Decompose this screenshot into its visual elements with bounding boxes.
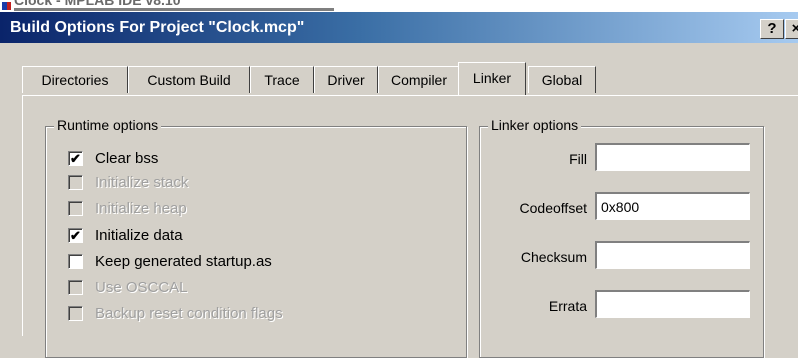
initialize-stack-checkbox[interactable] [68,174,83,190]
initialize-heap-label: Initialize heap [95,199,187,217]
fill-input[interactable] [595,143,750,171]
close-button[interactable]: × [785,19,798,39]
tab-compiler[interactable]: Compiler [378,66,460,93]
runtime-options-legend: Runtime options [54,117,162,133]
linker-options-legend: Linker options [488,117,582,133]
initialize-data-label: Initialize data [95,226,183,244]
use-osccal-checkbox[interactable] [68,279,83,295]
tab-driver[interactable]: Driver [314,66,378,93]
initialize-heap-option[interactable]: Initialize heap [68,197,187,219]
initialize-stack-option[interactable]: Initialize stack [68,171,188,193]
checksum-label: Checksum [520,249,587,265]
backup-reset-flags-checkbox[interactable] [68,305,83,321]
linker-options-group: Linker options Fill Codeoffset Checksum … [479,117,764,358]
tab-linker[interactable]: Linker [458,62,526,95]
use-osccal-option[interactable]: Use OSCCAL [68,276,188,298]
initialize-data-checkbox[interactable]: ✔ [68,227,83,243]
backup-reset-flags-option[interactable]: Backup reset condition flags [68,302,283,324]
keep-startup-label: Keep generated startup.as [95,252,272,270]
background-window-border [14,8,334,11]
checksum-row: Checksum [480,240,763,274]
use-osccal-label: Use OSCCAL [95,278,188,296]
initialize-heap-checkbox[interactable] [68,200,83,216]
codeoffset-input[interactable] [595,192,750,220]
errata-input[interactable] [595,290,750,318]
help-button[interactable]: ? [760,19,784,39]
tab-panel-linker: Runtime options ✔ Clear bss Initialize s… [22,95,798,358]
clear-bss-option[interactable]: ✔ Clear bss [68,147,158,169]
errata-label: Errata [548,298,587,314]
background-window-title: Clock - MPLAB IDE v8.10 [14,0,181,8]
background-window-titlebar: Clock - MPLAB IDE v8.10 [0,0,798,12]
dialog-title: Build Options For Project "Clock.mcp" [10,19,305,36]
clear-bss-label: Clear bss [95,149,159,167]
tab-trace[interactable]: Trace [250,66,314,93]
backup-reset-flags-label: Backup reset condition flags [95,304,283,322]
clear-bss-checkbox[interactable]: ✔ [68,150,83,166]
keep-startup-option[interactable]: Keep generated startup.as [68,250,272,272]
keep-startup-checkbox[interactable] [68,253,83,269]
dialog-titlebar[interactable]: Build Options For Project "Clock.mcp" ? … [0,12,798,43]
tab-directories[interactable]: Directories [22,66,128,93]
initialize-data-option[interactable]: ✔ Initialize data [68,224,183,246]
errata-row: Errata [480,289,763,323]
tab-custom-build[interactable]: Custom Build [128,66,250,93]
fill-row: Fill [480,142,763,176]
checksum-input[interactable] [595,241,750,269]
initialize-stack-label: Initialize stack [95,173,189,191]
app-logo-accent-icon [7,2,11,10]
tab-global[interactable]: Global [528,66,596,93]
codeoffset-label: Codeoffset [519,200,587,216]
codeoffset-row: Codeoffset [480,191,763,225]
fill-label: Fill [569,151,587,167]
runtime-options-group: Runtime options ✔ Clear bss Initialize s… [45,117,467,358]
